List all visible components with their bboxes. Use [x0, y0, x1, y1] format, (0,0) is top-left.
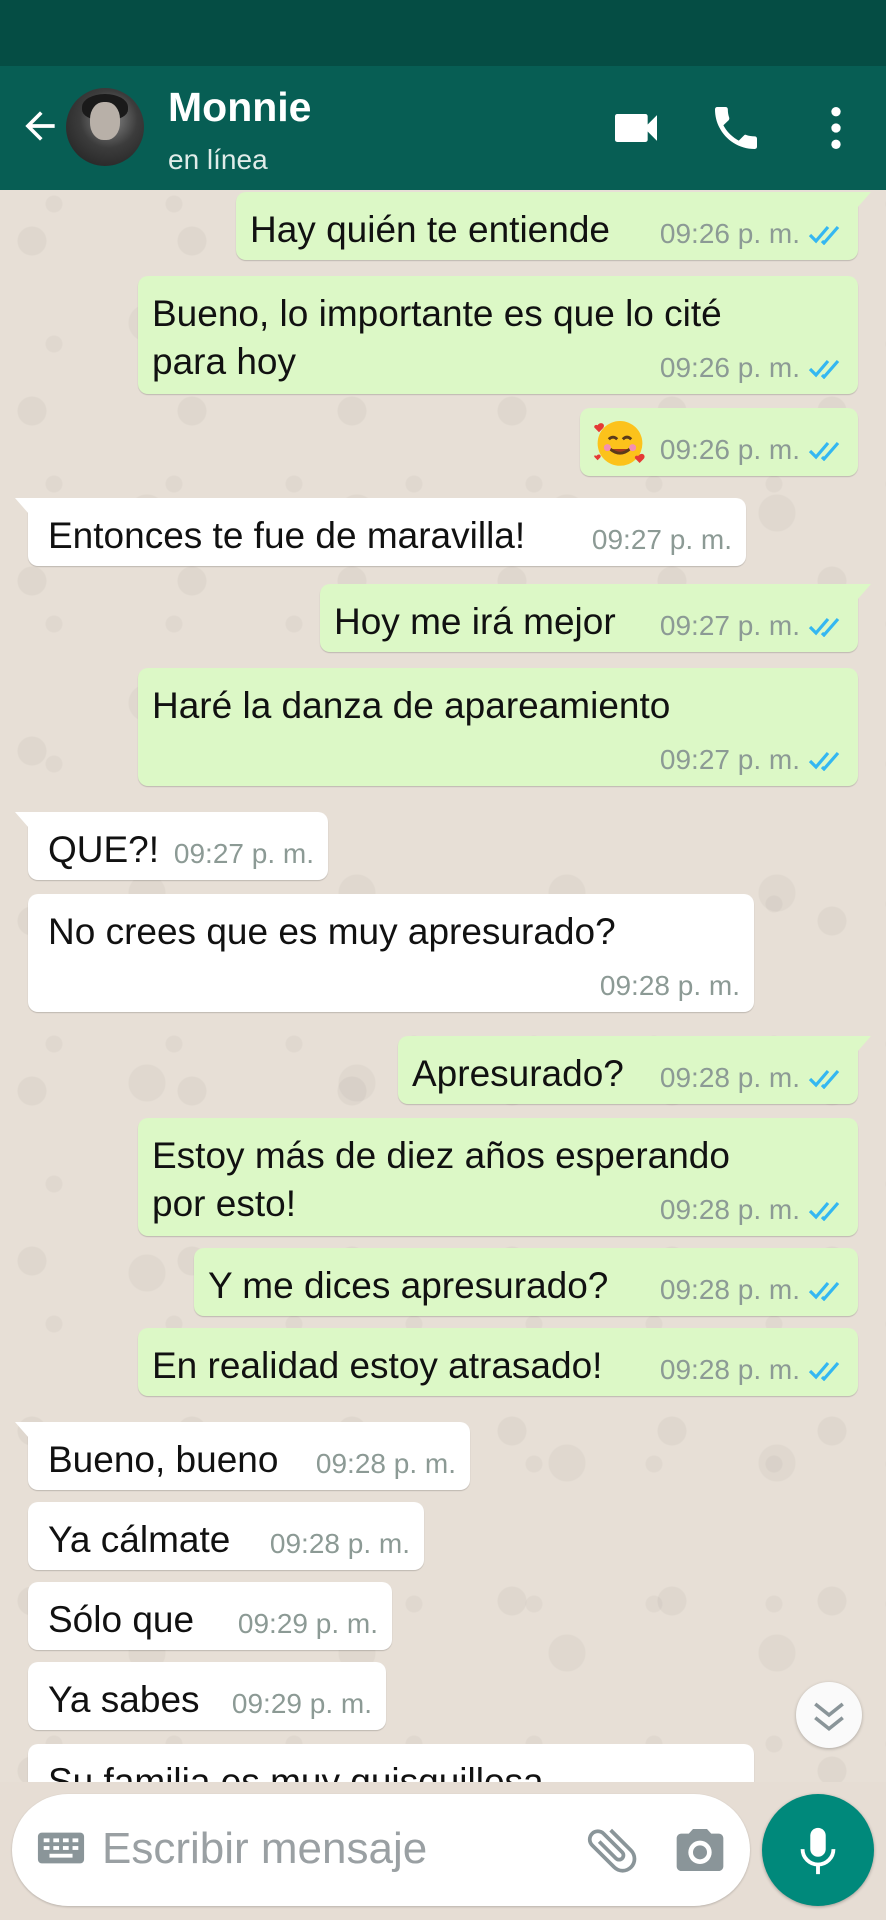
message-bubble-outgoing[interactable]: En realidad estoy atrasado! 09:28 p. m. [138, 1328, 858, 1396]
message-time: 09:28 p. m. [659, 1274, 800, 1305]
double-check-icon [808, 1361, 840, 1381]
message-time: 09:27 p. m. [591, 524, 732, 555]
message-time: 09:26 p. m. [659, 352, 800, 383]
voice-call-icon[interactable] [708, 100, 764, 156]
message-bubble-outgoing[interactable]: Bueno, lo importante es que lo cité para… [138, 276, 858, 394]
message-time: 09:28 p. m. [269, 1528, 410, 1559]
back-arrow-icon[interactable] [18, 104, 62, 148]
message-text: Haré la danza de apareamiento [152, 685, 671, 726]
message-text: Estoy más de diez años esperando [152, 1135, 730, 1176]
attach-icon[interactable] [582, 1820, 642, 1880]
message-time: 09:28 p. m. [659, 1194, 800, 1225]
message-text: Apresurado? [412, 1053, 624, 1094]
message-time: 09:29 p. m. [231, 1688, 372, 1719]
message-time: 09:29 p. m. [237, 1608, 378, 1639]
message-time: 09:28 p. m. [659, 1062, 800, 1093]
message-bubble-incoming[interactable]: QUE?! 09:27 p. m. [15, 812, 328, 880]
message-time: 09:27 p. m. [659, 610, 800, 641]
message-bubble-incoming[interactable]: Sólo que 09:29 p. m. [28, 1582, 392, 1650]
message-time: 09:27 p. m. [659, 744, 800, 775]
video-call-icon[interactable] [608, 100, 664, 156]
message-text: Y me dices apresurado? [208, 1265, 609, 1306]
message-text-line-2: para hoy [152, 341, 296, 382]
double-check-icon [808, 1281, 840, 1301]
message-time: 09:27 p. m. [173, 838, 314, 869]
message-composer[interactable]: Escribir mensaje [12, 1794, 750, 1906]
double-check-icon [808, 225, 840, 245]
message-bubble-outgoing[interactable]: Apresurado? 09:28 p. m. [398, 1036, 871, 1104]
double-check-icon [808, 441, 840, 461]
message-bubble-outgoing[interactable]: 09:26 p. m. [580, 408, 858, 476]
message-bubble-outgoing[interactable]: Estoy más de diez años esperando por est… [138, 1118, 858, 1236]
message-bubble-incoming[interactable]: Ya cálmate 09:28 p. m. [28, 1502, 424, 1570]
message-time: 09:28 p. m. [315, 1448, 456, 1479]
message-text: Hay quién te entiende [250, 209, 610, 250]
message-text: No crees que es muy apresurado? [48, 911, 616, 952]
message-bubble-outgoing[interactable]: Hay quién te entiende 09:26 p. m. [236, 192, 871, 260]
smiling-face-with-hearts-emoji [594, 421, 645, 466]
mic-button[interactable] [762, 1794, 874, 1906]
message-bubble-incoming[interactable]: Su familia es muy quisquillosa [28, 1744, 754, 1782]
message-text: Ya sabes [48, 1679, 200, 1720]
message-text: Bueno, bueno [48, 1439, 279, 1480]
message-bubble-outgoing[interactable]: Hoy me irá mejor 09:27 p. m. [320, 584, 871, 652]
contact-name[interactable]: Monnie [168, 84, 311, 131]
double-check-icon [808, 359, 840, 379]
message-input[interactable]: Escribir mensaje [102, 1824, 427, 1874]
message-text: Ya cálmate [48, 1519, 231, 1560]
message-text: En realidad estoy atrasado! [152, 1345, 603, 1386]
scroll-down-icon[interactable] [796, 1682, 862, 1748]
message-bubble-incoming[interactable]: Bueno, bueno 09:28 p. m. [15, 1422, 470, 1490]
message-text: Sólo que [48, 1599, 195, 1640]
chat-header: Monnie en línea [0, 66, 886, 190]
message-text: Entonces te fue de maravilla! [48, 515, 526, 556]
message-time: 09:28 p. m. [659, 1354, 800, 1385]
message-text: QUE?! [48, 829, 160, 870]
status-bar [0, 0, 886, 66]
mic-icon [800, 1827, 836, 1875]
double-check-icon [808, 1201, 840, 1221]
message-bubble-outgoing[interactable]: Haré la danza de apareamiento 09:27 p. m… [138, 668, 858, 786]
double-check-icon [808, 1069, 840, 1089]
message-bubble-incoming[interactable]: No crees que es muy apresurado? 09:28 p.… [28, 894, 754, 1012]
message-bubble-incoming[interactable]: Entonces te fue de maravilla! 09:27 p. m… [15, 498, 746, 566]
double-check-icon [808, 751, 840, 771]
camera-icon[interactable] [672, 1822, 728, 1878]
message-text: Su familia es muy quisquillosa [48, 1761, 544, 1782]
keyboard-icon[interactable] [36, 1828, 86, 1868]
more-options-icon[interactable] [808, 100, 864, 156]
message-text: Bueno, lo importante es que lo cité [152, 293, 722, 334]
message-list[interactable]: Hay quién te entiende 09:26 p. m. Bueno,… [0, 190, 886, 1782]
avatar[interactable] [66, 88, 144, 166]
message-text-line-2: por esto! [152, 1183, 296, 1224]
contact-status: en línea [168, 144, 268, 175]
message-bubble-outgoing[interactable]: Y me dices apresurado? 09:28 p. m. [194, 1248, 858, 1316]
message-time: 09:26 p. m. [659, 218, 800, 249]
message-time: 09:26 p. m. [659, 434, 800, 465]
double-check-icon [808, 617, 840, 637]
message-text: Hoy me irá mejor [334, 601, 616, 642]
message-bubble-incoming[interactable]: Ya sabes 09:29 p. m. [28, 1662, 386, 1730]
message-time: 09:28 p. m. [599, 970, 740, 1001]
